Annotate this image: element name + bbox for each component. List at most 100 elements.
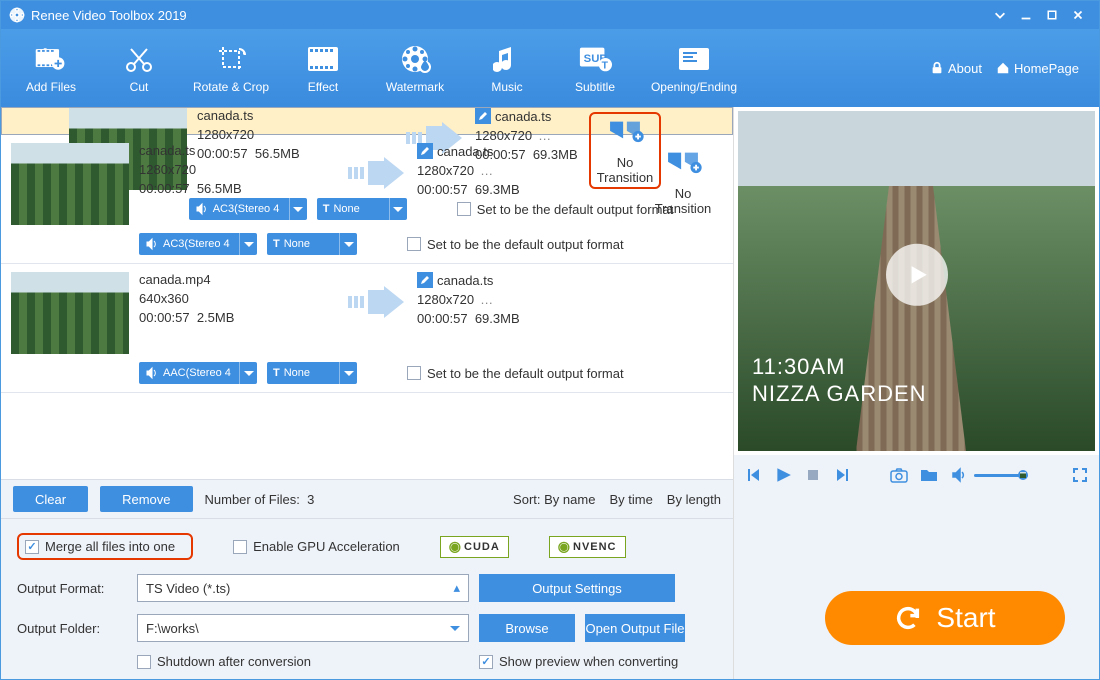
app-title: Renee Video Toolbox 2019 xyxy=(31,8,187,23)
show-preview-label: Show preview when converting xyxy=(499,654,678,669)
volume-button[interactable] xyxy=(950,466,968,484)
sort-label: Sort: By name xyxy=(513,492,595,507)
output-folder-value: F:\works\ xyxy=(146,621,199,636)
fullscreen-button[interactable] xyxy=(1071,466,1089,484)
refresh-icon xyxy=(894,604,922,632)
effect-label: Effect xyxy=(308,80,338,94)
music-icon xyxy=(490,42,524,76)
source-resolution: 1280x720 xyxy=(139,162,339,177)
homepage-link[interactable]: HomePage xyxy=(996,61,1079,76)
svg-text:T: T xyxy=(602,60,609,71)
transition-icon xyxy=(664,147,702,175)
nvenc-badge: ◉NVENC xyxy=(549,536,626,558)
file-thumbnail xyxy=(11,143,129,225)
app-logo-icon xyxy=(9,7,25,23)
edit-icon[interactable] xyxy=(417,143,433,159)
snapshot-button[interactable] xyxy=(890,466,908,484)
start-button[interactable]: Start xyxy=(825,591,1065,645)
dest-filename: canada.ts xyxy=(437,273,493,288)
effect-button[interactable]: Effect xyxy=(279,29,367,107)
gpu-accel-checkbox[interactable]: Enable GPU Acceleration xyxy=(233,539,400,554)
audio-codec-chip[interactable]: AC3(Stereo 4 xyxy=(139,233,257,255)
open-output-button[interactable]: Open Output File xyxy=(585,614,685,642)
edit-icon[interactable] xyxy=(417,272,433,288)
add-files-button[interactable]: Add Files xyxy=(7,29,95,107)
transition-label: No Transition xyxy=(647,186,719,216)
sort-by-name[interactable]: By name xyxy=(544,492,595,507)
arrow-icon xyxy=(339,143,413,203)
source-duration-size: 00:00:57 56.5MB xyxy=(139,181,339,196)
audio-dropdown[interactable] xyxy=(239,233,257,255)
clear-button[interactable]: Clear xyxy=(13,486,88,512)
subtitle-button[interactable]: SUBT Subtitle xyxy=(551,29,639,107)
watermark-label: Watermark xyxy=(386,80,444,94)
start-label: Start xyxy=(936,602,995,634)
play-button[interactable] xyxy=(774,466,792,484)
about-link[interactable]: About xyxy=(930,61,982,76)
prev-button[interactable] xyxy=(744,466,762,484)
volume-slider[interactable] xyxy=(974,474,1028,477)
watermark-button[interactable]: Watermark xyxy=(367,29,463,107)
crop-icon xyxy=(214,42,248,76)
dest-duration-size: 00:00:57 69.3MB xyxy=(417,311,607,326)
add-files-label: Add Files xyxy=(26,80,76,94)
output-folder-label: Output Folder: xyxy=(17,621,127,636)
audio-codec-chip[interactable]: AAC(Stereo 4 xyxy=(139,362,257,384)
source-resolution: 1280x720 xyxy=(197,127,397,142)
cut-button[interactable]: Cut xyxy=(95,29,183,107)
rotate-crop-button[interactable]: Rotate & Crop xyxy=(183,29,279,107)
file-count-label: Number of Files: 3 xyxy=(205,492,315,507)
preview-play-button[interactable] xyxy=(886,244,948,306)
music-button[interactable]: Music xyxy=(463,29,551,107)
dest-filename: canada.ts xyxy=(495,109,551,124)
audio-dropdown[interactable] xyxy=(239,362,257,384)
next-button[interactable] xyxy=(834,466,852,484)
remove-button[interactable]: Remove xyxy=(100,486,192,512)
file-item[interactable]: canada.mp4 640x360 00:00:57 2.5MB canada… xyxy=(1,264,733,393)
window-dropdown-button[interactable] xyxy=(987,5,1013,25)
speaker-icon xyxy=(145,366,159,380)
file-item[interactable]: canada.ts 1280x720 00:00:57 56.5MB canad… xyxy=(1,107,733,135)
file-item[interactable]: canada.ts 1280x720 00:00:57 56.5MB canad… xyxy=(1,135,733,264)
stop-button[interactable] xyxy=(804,466,822,484)
preview-caption: 11:30AM NIZZA GARDEN xyxy=(752,354,927,407)
source-duration-size: 00:00:57 2.5MB xyxy=(139,310,339,325)
opening-icon xyxy=(677,42,711,76)
show-preview-checkbox[interactable]: Show preview when converting xyxy=(479,654,678,669)
output-format-label: Output Format: xyxy=(17,581,127,596)
window-maximize-button[interactable] xyxy=(1039,5,1065,25)
window-minimize-button[interactable] xyxy=(1013,5,1039,25)
gpu-label: Enable GPU Acceleration xyxy=(253,539,400,554)
default-format-checkbox[interactable]: Set to be the default output format xyxy=(407,366,624,381)
transition-button[interactable]: No Transition xyxy=(647,147,719,216)
output-settings-button[interactable]: Output Settings xyxy=(479,574,675,602)
scissors-icon xyxy=(122,42,156,76)
window-close-button[interactable] xyxy=(1065,5,1091,25)
output-options: Merge all files into one Enable GPU Acce… xyxy=(1,519,733,679)
add-files-icon xyxy=(34,42,68,76)
subtitle-dropdown[interactable] xyxy=(339,362,357,384)
open-folder-icon[interactable] xyxy=(920,466,938,484)
subtitle-chip[interactable]: TNone xyxy=(267,233,357,255)
watermark-icon xyxy=(398,42,432,76)
subtitle-label: Subtitle xyxy=(575,80,615,94)
shutdown-checkbox[interactable]: Shutdown after conversion xyxy=(137,654,469,669)
output-format-value: TS Video (*.ts) xyxy=(146,581,230,596)
merge-files-checkbox[interactable]: Merge all files into one xyxy=(17,533,193,560)
opening-ending-button[interactable]: Opening/Ending xyxy=(639,29,749,107)
sort-by-time[interactable]: By time xyxy=(609,492,652,507)
edit-icon[interactable] xyxy=(475,108,491,124)
file-thumbnail xyxy=(11,272,129,354)
output-folder-select[interactable]: F:\works\ xyxy=(137,614,469,642)
subtitle-dropdown[interactable] xyxy=(339,233,357,255)
default-format-checkbox[interactable]: Set to be the default output format xyxy=(407,237,624,252)
cut-label: Cut xyxy=(130,80,149,94)
subtitle-chip[interactable]: TNone xyxy=(267,362,357,384)
sort-by-length[interactable]: By length xyxy=(667,492,721,507)
homepage-label: HomePage xyxy=(1014,61,1079,76)
browse-button[interactable]: Browse xyxy=(479,614,575,642)
output-format-select[interactable]: TS Video (*.ts) ▴ xyxy=(137,574,469,602)
merge-files-label: Merge all files into one xyxy=(45,539,175,554)
effect-icon xyxy=(306,42,340,76)
default-format-label: Set to be the default output format xyxy=(427,237,624,252)
